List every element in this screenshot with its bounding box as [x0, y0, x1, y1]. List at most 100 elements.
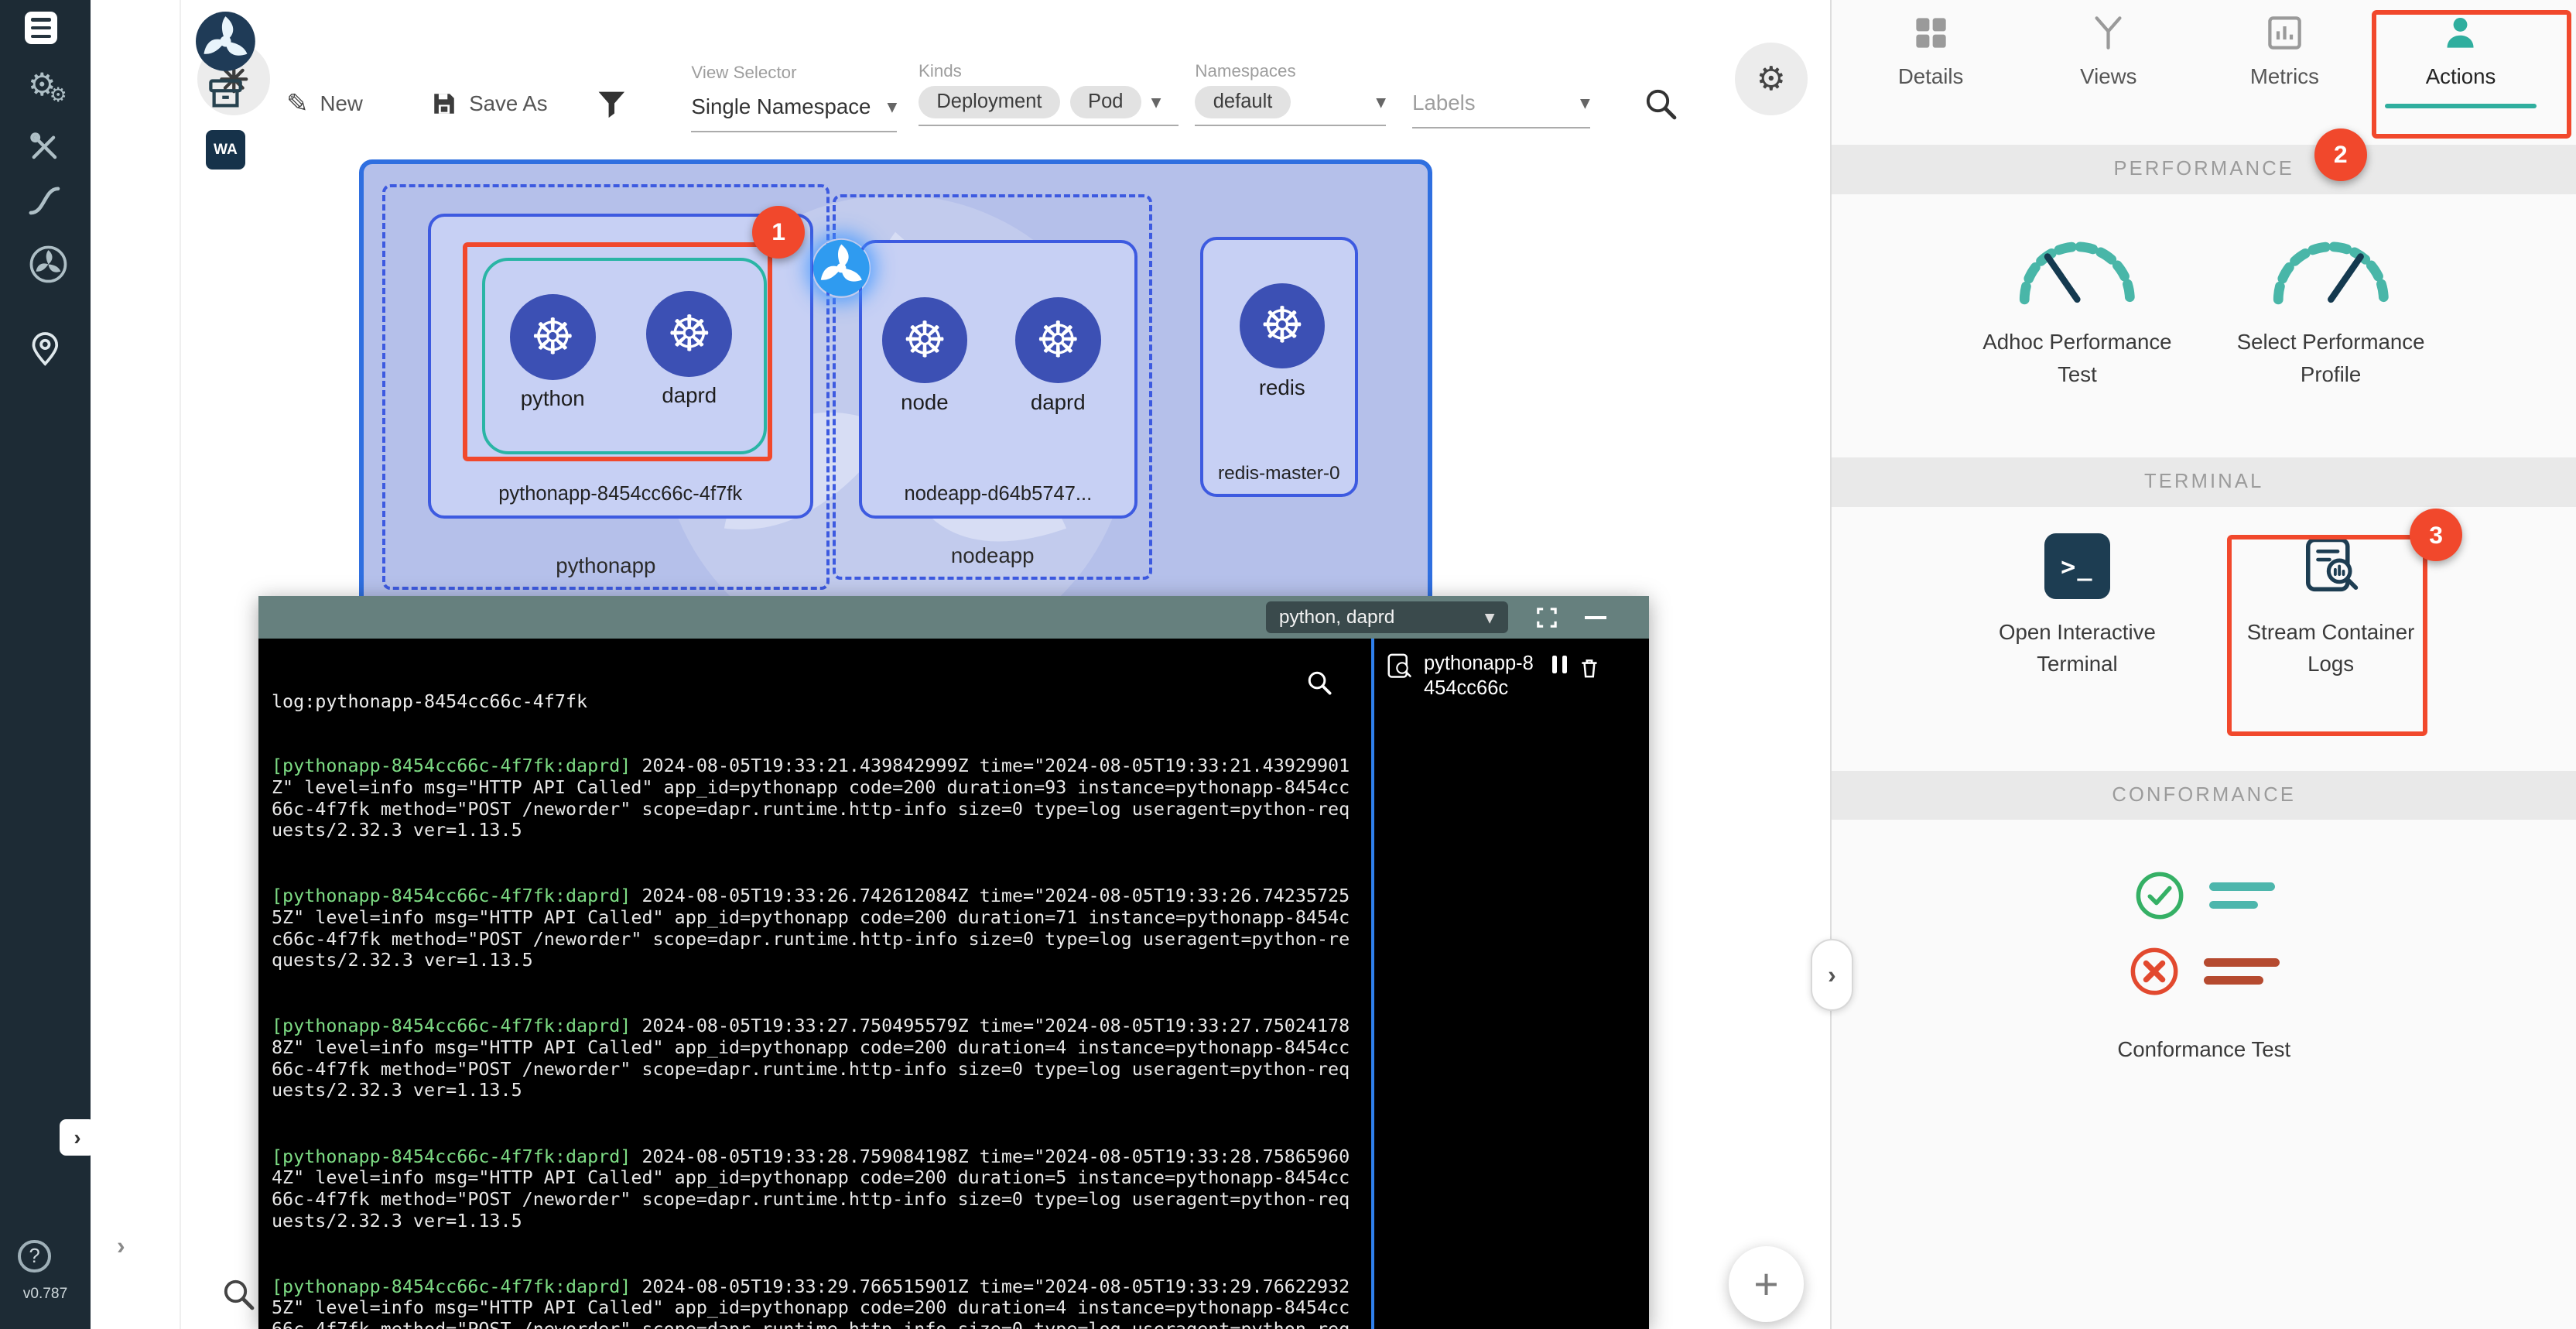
search-button[interactable]: [1643, 86, 1679, 129]
deployment-nodeapp[interactable]: ☸ node ☸ daprd nodeapp-d64b5747... nodea…: [833, 194, 1152, 580]
action-label: Stream Container Logs: [2229, 616, 2433, 680]
resource-map-pin-icon[interactable]: [28, 327, 63, 368]
crossed-tools-icon: [26, 128, 63, 165]
tab-details[interactable]: Details: [1849, 13, 2013, 89]
filter-button[interactable]: [594, 87, 629, 129]
container-daprd[interactable]: ☸ daprd: [1001, 297, 1116, 414]
branch-y-icon: [2089, 13, 2128, 53]
dapr-sidecar-icon: [812, 238, 871, 298]
canvas-zoom-icon[interactable]: [221, 1276, 257, 1313]
pipeline-icon[interactable]: [26, 183, 63, 219]
panel-collapse-chevron[interactable]: ›: [117, 1231, 125, 1260]
view-selector-label: View Selector: [691, 63, 897, 83]
chevron-right-icon: ›: [74, 1125, 80, 1150]
kind-chip-deployment[interactable]: Deployment: [919, 86, 1060, 118]
save-as-label: Save As: [469, 91, 547, 116]
panel-toggle-button[interactable]: ›: [1811, 939, 1853, 1012]
tab-actions[interactable]: Actions: [2379, 13, 2544, 108]
check-circle-icon: [2133, 869, 2186, 922]
delete-stream-button[interactable]: [1577, 656, 1602, 680]
pod-name-label: nodeapp-d64b5747...: [862, 483, 1134, 505]
version-label: v0.787: [0, 1286, 91, 1303]
kubernetes-wheel-icon: ☸: [902, 311, 946, 369]
pod-nodeapp[interactable]: ☸ node ☸ daprd nodeapp-d64b5747...: [859, 240, 1137, 518]
expand-sidebar-button[interactable]: ›: [60, 1119, 96, 1156]
action-open-interactive-terminal[interactable]: >_ Open Interactive Terminal: [1951, 507, 2205, 770]
tools-icon[interactable]: [26, 128, 63, 165]
gear-small-icon: ⚙: [50, 86, 67, 106]
pod-name-label: pythonapp-8454cc66c-4f7fk: [431, 483, 810, 505]
labels-filter-control[interactable]: Labels ▾: [1412, 91, 1590, 128]
help-icon[interactable]: ?: [18, 1240, 51, 1273]
main-canvas-area: ✎ New Save As View Selector Single Names…: [181, 0, 1830, 1329]
tab-views[interactable]: Views: [2026, 13, 2191, 89]
gauge-icon: [2008, 224, 2147, 310]
tab-label: Actions: [2426, 64, 2496, 89]
kubernetes-wheel-icon: ☸: [1260, 296, 1304, 355]
stream-item[interactable]: pythonapp-8454cc66c: [1384, 652, 1640, 701]
container-python[interactable]: ☸ python: [495, 294, 611, 411]
wa-app-icon[interactable]: WA: [206, 130, 245, 170]
right-panel: Details Views Metrics Actions: [1830, 0, 2576, 1329]
namespaces-control[interactable]: Namespaces default ▾: [1195, 61, 1386, 127]
plus-icon: +: [1753, 1259, 1778, 1309]
log-panel-header[interactable]: python, daprd ▾: [258, 596, 1649, 639]
container-selector-dropdown[interactable]: python, daprd ▾: [1266, 601, 1508, 632]
terminal-icon: >_: [2044, 533, 2110, 599]
mesh-icon[interactable]: [29, 245, 67, 283]
stream-logs-icon: [2298, 533, 2364, 599]
container-daprd[interactable]: ☸ daprd: [631, 291, 747, 408]
kinds-control[interactable]: Kinds Deployment Pod ▾: [919, 61, 1179, 127]
log-panel-body: log:pythonapp-8454cc66c-4f7fk [pythonapp…: [258, 639, 1649, 1328]
container-label: redis: [1259, 375, 1305, 400]
view-selector-control[interactable]: View Selector Single Namespace ▾: [691, 63, 897, 132]
x-circle-icon: [2128, 945, 2181, 998]
annotation-badge-3: 3: [2410, 509, 2462, 561]
settings-gears-icon[interactable]: ⚙ ⚙: [28, 69, 56, 100]
log-entry: [pythonapp-8454cc66c-4f7fk:daprd] 2024-0…: [272, 755, 1358, 841]
tab-label: Metrics: [2250, 64, 2319, 89]
conformance-fail-row: [2128, 945, 2280, 998]
archive-app-icon[interactable]: [206, 74, 245, 114]
labels-placeholder: Labels: [1412, 91, 1475, 115]
action-label: Open Interactive Terminal: [1976, 616, 2180, 680]
log-search-icon[interactable]: [1305, 669, 1333, 697]
add-button[interactable]: +: [1729, 1246, 1805, 1322]
action-adhoc-performance-test[interactable]: Adhoc Performance Test: [1951, 194, 2205, 457]
menu-icon-box: [25, 12, 58, 45]
kinds-label: Kinds: [919, 61, 1179, 81]
container-redis[interactable]: ☸ redis: [1224, 283, 1339, 400]
kubernetes-wheel-icon: ☸: [531, 308, 575, 366]
gear-icon: ⚙: [1757, 63, 1786, 96]
log-output[interactable]: log:pythonapp-8454cc66c-4f7fk [pythonapp…: [258, 639, 1371, 1328]
caret-down-icon: ▾: [1376, 91, 1386, 114]
namespace-chip-default[interactable]: default: [1195, 86, 1290, 118]
new-button[interactable]: ✎ New: [286, 91, 363, 117]
log-entry: [pythonapp-8454cc66c-4f7fk:daprd] 2024-0…: [272, 885, 1358, 971]
action-select-performance-profile[interactable]: Select Performance Profile: [2204, 194, 2458, 457]
archive-icon: [206, 74, 245, 114]
fullscreen-button[interactable]: [1534, 605, 1559, 630]
chevron-right-icon: ›: [117, 1231, 125, 1260]
grid-icon: [1911, 13, 1951, 53]
wheel-icon: [29, 245, 67, 283]
pod-redis[interactable]: ☸ redis redis-master-0: [1200, 237, 1358, 497]
container-node[interactable]: ☸ node: [867, 297, 982, 414]
menu-icon[interactable]: [25, 12, 58, 45]
settings-button[interactable]: ⚙: [1735, 43, 1808, 115]
save-as-button[interactable]: Save As: [431, 91, 547, 117]
container-label: daprd: [662, 383, 717, 408]
kind-chip-pod[interactable]: Pod: [1070, 86, 1141, 118]
caret-down-icon: ▾: [1580, 91, 1590, 115]
container-label: node: [901, 390, 949, 415]
pod-pythonapp[interactable]: ☸ python ☸ daprd pythonapp-8454cc66c-4f7…: [428, 214, 813, 519]
pause-stream-button[interactable]: [1552, 656, 1567, 673]
conformance-section[interactable]: Conformance Test: [1832, 869, 2576, 1062]
panel-tabs: Details Views Metrics Actions: [1832, 0, 2576, 145]
dapr-logo[interactable]: [194, 10, 257, 73]
minimize-button[interactable]: [1585, 616, 1606, 619]
wa-label: WA: [206, 130, 245, 170]
fail-result-lines: [2204, 958, 2280, 985]
tab-metrics[interactable]: Metrics: [2202, 13, 2367, 89]
container-label: daprd: [1031, 390, 1086, 415]
